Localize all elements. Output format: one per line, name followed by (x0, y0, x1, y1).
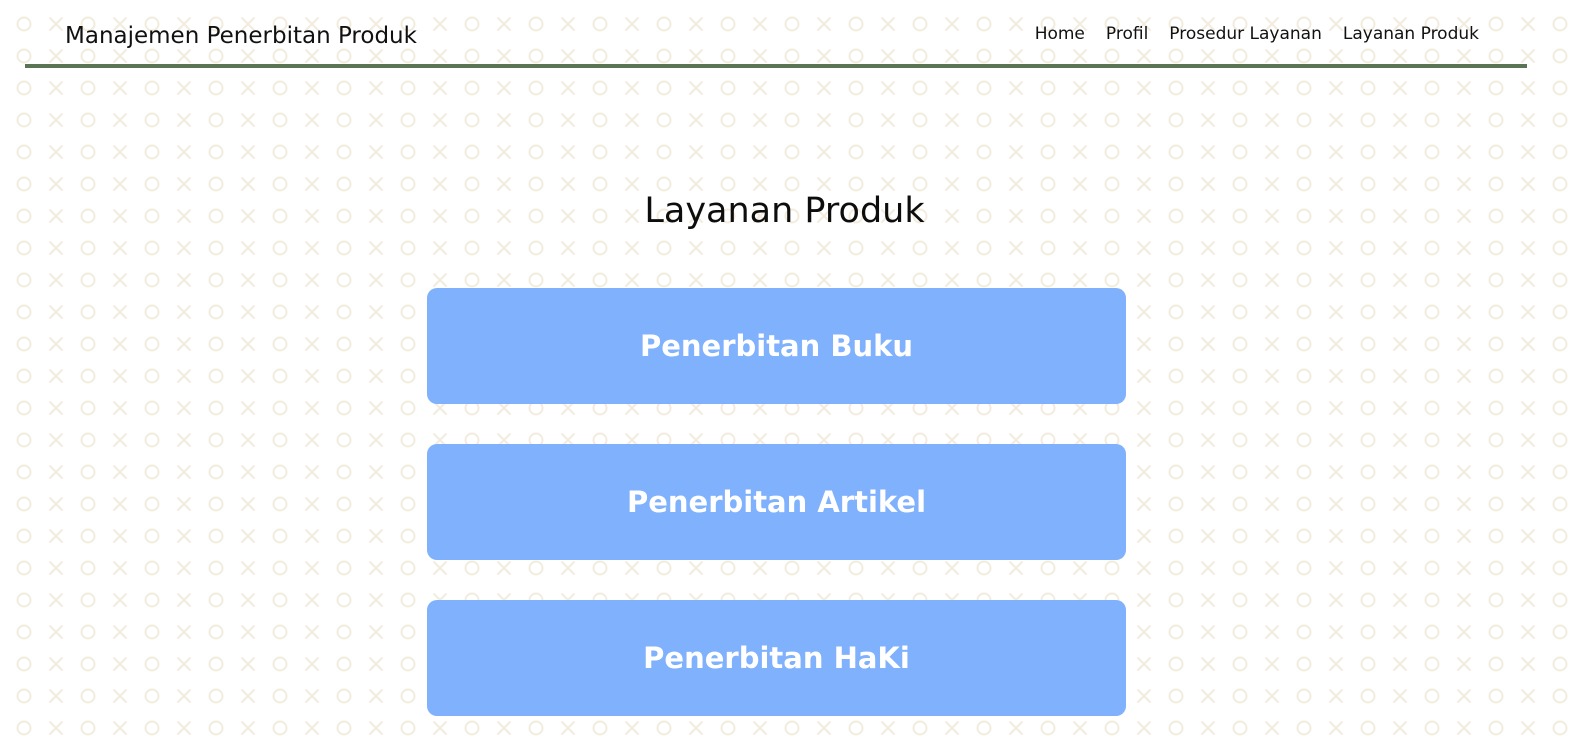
service-button-penerbitan-buku[interactable]: Penerbitan Buku (427, 288, 1126, 404)
nav-link-prosedur-layanan[interactable]: Prosedur Layanan (1169, 22, 1322, 46)
service-button-penerbitan-artikel[interactable]: Penerbitan Artikel (427, 444, 1126, 560)
service-list: Penerbitan Buku Penerbitan Artikel Pener… (427, 288, 1126, 756)
nav-link-home[interactable]: Home (1035, 22, 1085, 46)
brand-title[interactable]: Manajemen Penerbitan Produk (65, 21, 417, 51)
nav-link-layanan-produk[interactable]: Layanan Produk (1343, 22, 1479, 46)
page-title: Layanan Produk (644, 191, 925, 232)
service-button-penerbitan-haki[interactable]: Penerbitan HaKi (427, 600, 1126, 716)
nav-links: Home Profil Prosedur Layanan Layanan Pro… (1035, 22, 1479, 46)
nav-link-profil[interactable]: Profil (1106, 22, 1148, 46)
navbar: Manajemen Penerbitan Produk Home Profil … (25, 0, 1527, 68)
